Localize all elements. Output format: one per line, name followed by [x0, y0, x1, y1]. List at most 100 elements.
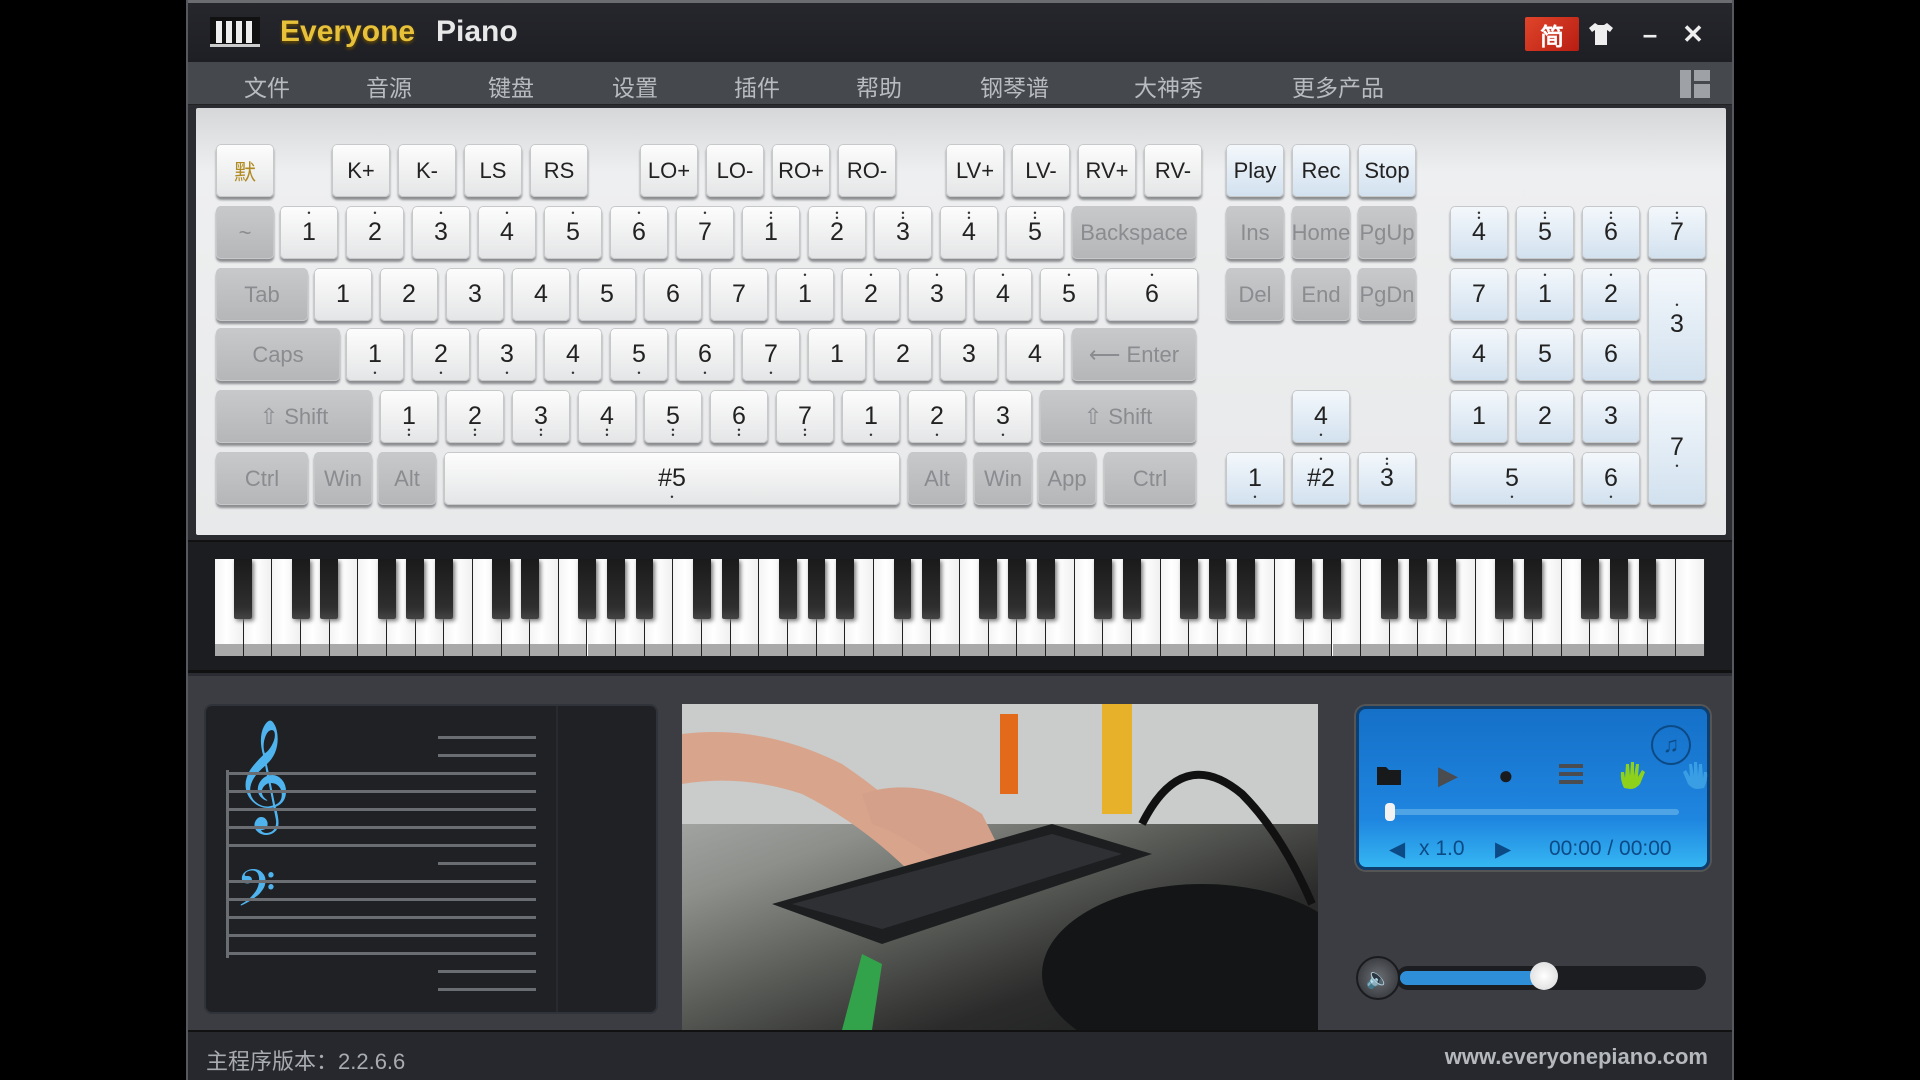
volume-thumb[interactable] [1530, 962, 1558, 990]
right-alt-key[interactable]: Alt [908, 452, 966, 505]
numpad-key[interactable]: 5 • • [1516, 206, 1574, 259]
backspace-key[interactable]: Backspace [1072, 206, 1196, 259]
note-key[interactable]: 4 • • [578, 390, 636, 443]
note-key[interactable]: 3 [446, 268, 504, 321]
numpad-key[interactable]: 3 [1582, 390, 1640, 443]
note-key[interactable]: 6 • [676, 328, 734, 381]
caps-key[interactable]: Caps [216, 328, 340, 381]
nav-key-ins[interactable]: Ins [1226, 206, 1284, 259]
menu-sound-source[interactable]: 音源 [366, 69, 412, 103]
numpad-key[interactable]: 4 [1450, 328, 1508, 381]
note-key[interactable]: 1 • • [742, 206, 800, 259]
speaker-icon[interactable]: 🔈 [1356, 956, 1400, 1000]
numpad-key[interactable]: 7 • • [1648, 206, 1706, 259]
note-key[interactable]: 4 [1006, 328, 1064, 381]
black-key[interactable] [435, 559, 453, 619]
white-key[interactable] [1676, 559, 1705, 656]
note-key[interactable]: 4 • • [940, 206, 998, 259]
note-key[interactable]: 6 • • [710, 390, 768, 443]
menu-more-products[interactable]: 更多产品 [1292, 69, 1384, 103]
note-key[interactable]: 1 • • [380, 390, 438, 443]
black-key[interactable] [778, 559, 797, 619]
black-key[interactable] [377, 559, 396, 619]
button-play[interactable]: Play [1226, 144, 1284, 197]
button-rec[interactable]: Rec [1292, 144, 1350, 197]
space-key[interactable]: #5 • [444, 452, 900, 505]
note-key[interactable]: 2 [874, 328, 932, 381]
arrow-right-key[interactable]: 3 • • [1358, 452, 1416, 505]
note-key[interactable]: 2 • [346, 206, 404, 259]
black-key[interactable] [1323, 559, 1342, 619]
numpad-key[interactable]: 6 [1582, 328, 1640, 381]
control-key-k-minusplus[interactable]: K+ [332, 144, 390, 197]
black-key[interactable] [1036, 559, 1055, 619]
control-key-lv-minus[interactable]: LV- [1012, 144, 1070, 197]
note-key[interactable]: 1 [314, 268, 372, 321]
black-key[interactable] [1638, 559, 1657, 619]
control-key-lv-minusplus[interactable]: LV+ [946, 144, 1004, 197]
app-key[interactable]: App [1038, 452, 1096, 505]
control-key-lo-minus[interactable]: LO- [706, 144, 764, 197]
note-key[interactable]: 3 • [412, 206, 470, 259]
left-shift-key[interactable]: ⇧ Shift [216, 390, 372, 443]
black-key[interactable] [492, 559, 511, 619]
right-ctrl-key[interactable]: Ctrl [1104, 452, 1196, 505]
language-button[interactable]: 简 [1525, 17, 1579, 51]
note-key[interactable]: 6 [644, 268, 702, 321]
default-button[interactable]: 默 [216, 144, 274, 197]
tilde-key[interactable]: ~ [216, 206, 274, 259]
black-key[interactable] [1495, 559, 1513, 619]
nav-key-del[interactable]: Del [1226, 268, 1284, 321]
control-key-rv-minus[interactable]: RV- [1144, 144, 1202, 197]
black-key[interactable] [1409, 559, 1428, 619]
note-key[interactable]: 6 • [1106, 268, 1198, 321]
note-key[interactable]: 7 [710, 268, 768, 321]
black-key[interactable] [1609, 559, 1628, 619]
note-key[interactable]: 4 • [544, 328, 602, 381]
numpad-key[interactable]: 1 [1450, 390, 1508, 443]
left-ctrl-key[interactable]: Ctrl [216, 452, 308, 505]
speed-down-icon[interactable]: ◀ [1389, 837, 1405, 862]
note-key[interactable]: 2 • • [446, 390, 504, 443]
black-key[interactable] [291, 559, 310, 619]
note-key[interactable]: 1 • [842, 390, 900, 443]
note-key[interactable]: 5 • [544, 206, 602, 259]
control-key-ro-minus[interactable]: RO- [838, 144, 896, 197]
progress-slider[interactable] [1385, 803, 1679, 821]
note-key[interactable]: 5 [578, 268, 636, 321]
note-key[interactable]: 7 • [742, 328, 800, 381]
numpad-enter-key[interactable]: 7 • [1648, 390, 1706, 505]
note-key[interactable]: 5 • [610, 328, 668, 381]
nav-key-pgup[interactable]: PgUp [1358, 206, 1416, 259]
note-key[interactable]: 5 • • [644, 390, 702, 443]
website-link[interactable]: www.everyonepiano.com [1445, 1044, 1708, 1070]
menu-settings[interactable]: 设置 [612, 69, 658, 103]
control-key-ls[interactable]: LS [464, 144, 522, 197]
folder-icon[interactable] [1376, 762, 1402, 793]
numpad-plus-key[interactable]: 3 • [1648, 268, 1706, 381]
note-key[interactable]: 7 • • [776, 390, 834, 443]
numpad-zero-key[interactable]: 5 • [1450, 452, 1574, 505]
speed-up-icon[interactable]: ▶ [1495, 837, 1511, 862]
arrow-left-key[interactable]: 1 • [1226, 452, 1284, 505]
black-key[interactable] [1208, 559, 1227, 619]
black-key[interactable] [635, 559, 654, 619]
black-key[interactable] [1523, 559, 1542, 619]
numpad-key[interactable]: 5 [1516, 328, 1574, 381]
black-key[interactable] [836, 559, 854, 619]
numpad-key[interactable]: 7 [1450, 268, 1508, 321]
tab-key[interactable]: Tab [216, 268, 308, 321]
note-key[interactable]: 4 [512, 268, 570, 321]
enter-key[interactable]: ⟵ Enter [1072, 328, 1196, 381]
black-key[interactable] [721, 559, 740, 619]
black-key[interactable] [807, 559, 826, 619]
black-key[interactable] [1380, 559, 1399, 619]
note-key[interactable]: 6 • [610, 206, 668, 259]
note-key[interactable]: 2 • [842, 268, 900, 321]
note-key[interactable]: 7 • [676, 206, 734, 259]
left-alt-key[interactable]: Alt [378, 452, 436, 505]
black-key[interactable] [320, 559, 339, 619]
left-hand-icon[interactable] [1618, 760, 1648, 797]
control-key-rs[interactable]: RS [530, 144, 588, 197]
black-key[interactable] [1294, 559, 1313, 619]
